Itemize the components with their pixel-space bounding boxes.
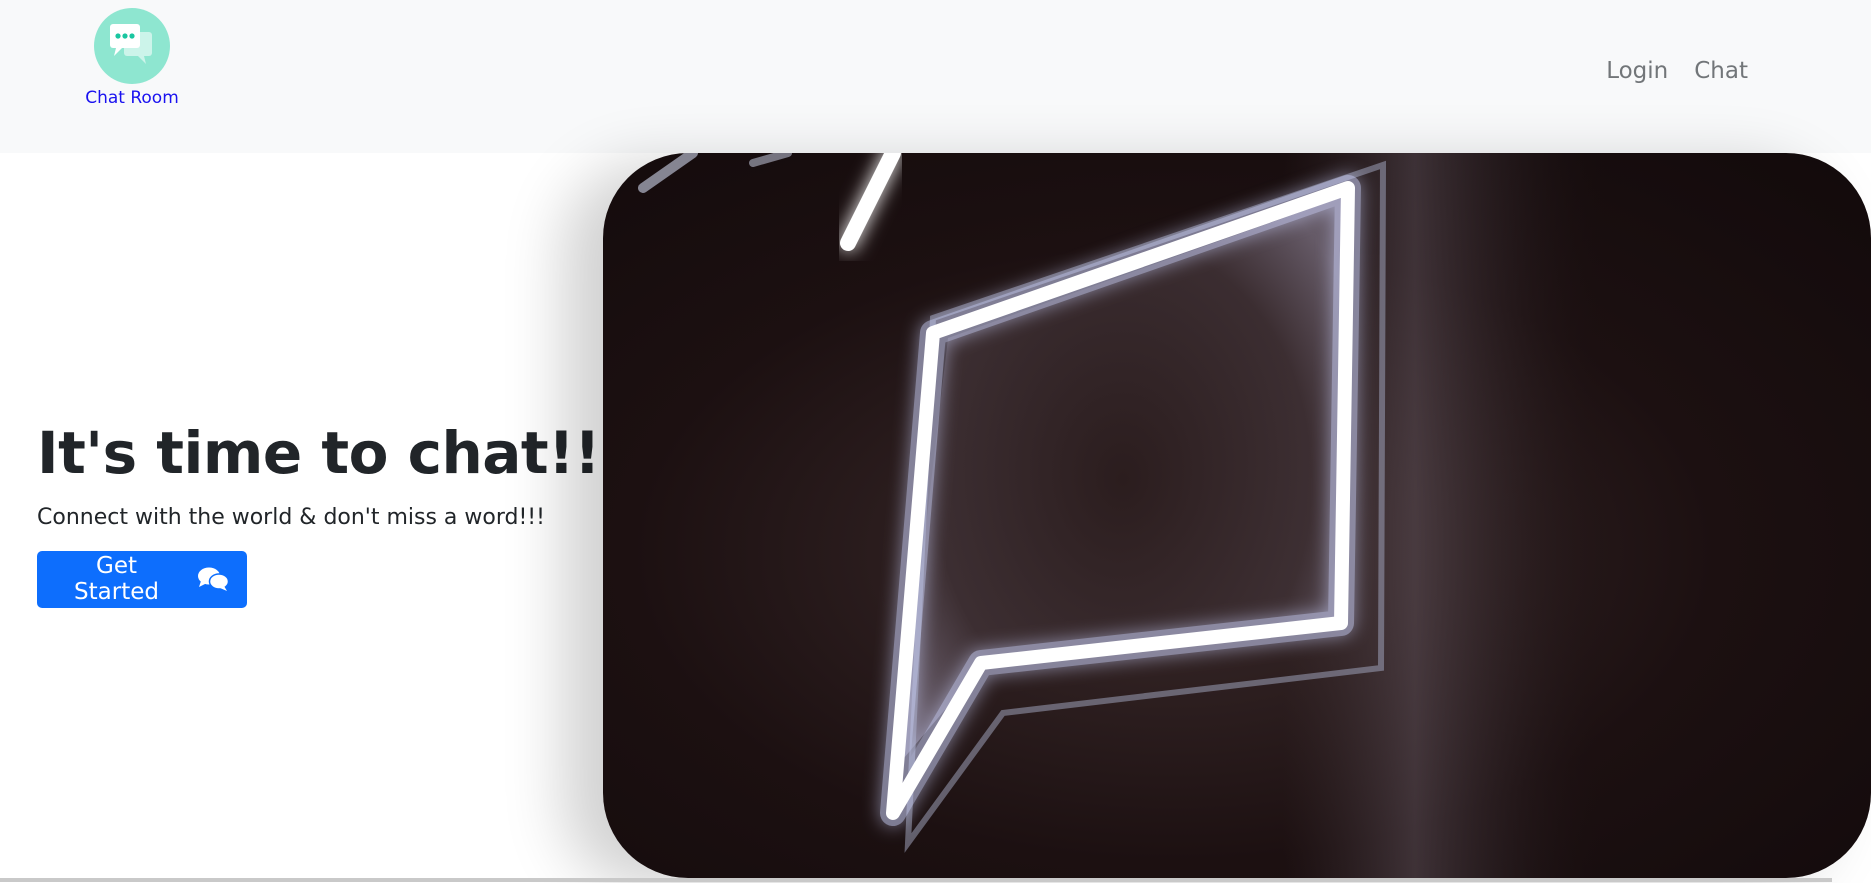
hero-image [603, 153, 1871, 878]
nav-links: Login Chat [1603, 56, 1751, 86]
brand-link[interactable]: Chat Room [82, 8, 182, 108]
brand-label: Chat Room [85, 88, 179, 108]
navbar: Chat Room Login Chat [0, 0, 1871, 153]
hero-subtitle: Connect with the world & don't miss a wo… [37, 504, 545, 530]
get-started-button[interactable]: Get Started [37, 550, 247, 608]
nav-chat-link[interactable]: Chat [1691, 56, 1751, 86]
page-bottom-divider [0, 878, 1832, 882]
chat-bubbles-icon [94, 8, 170, 84]
comments-icon [197, 566, 229, 592]
nav-login-link[interactable]: Login [1603, 56, 1671, 86]
get-started-label: Get Started [74, 553, 159, 606]
hero-text: It's time to chat!!! Connect with the wo… [37, 419, 627, 608]
hero-title: It's time to chat!!! [37, 419, 627, 487]
